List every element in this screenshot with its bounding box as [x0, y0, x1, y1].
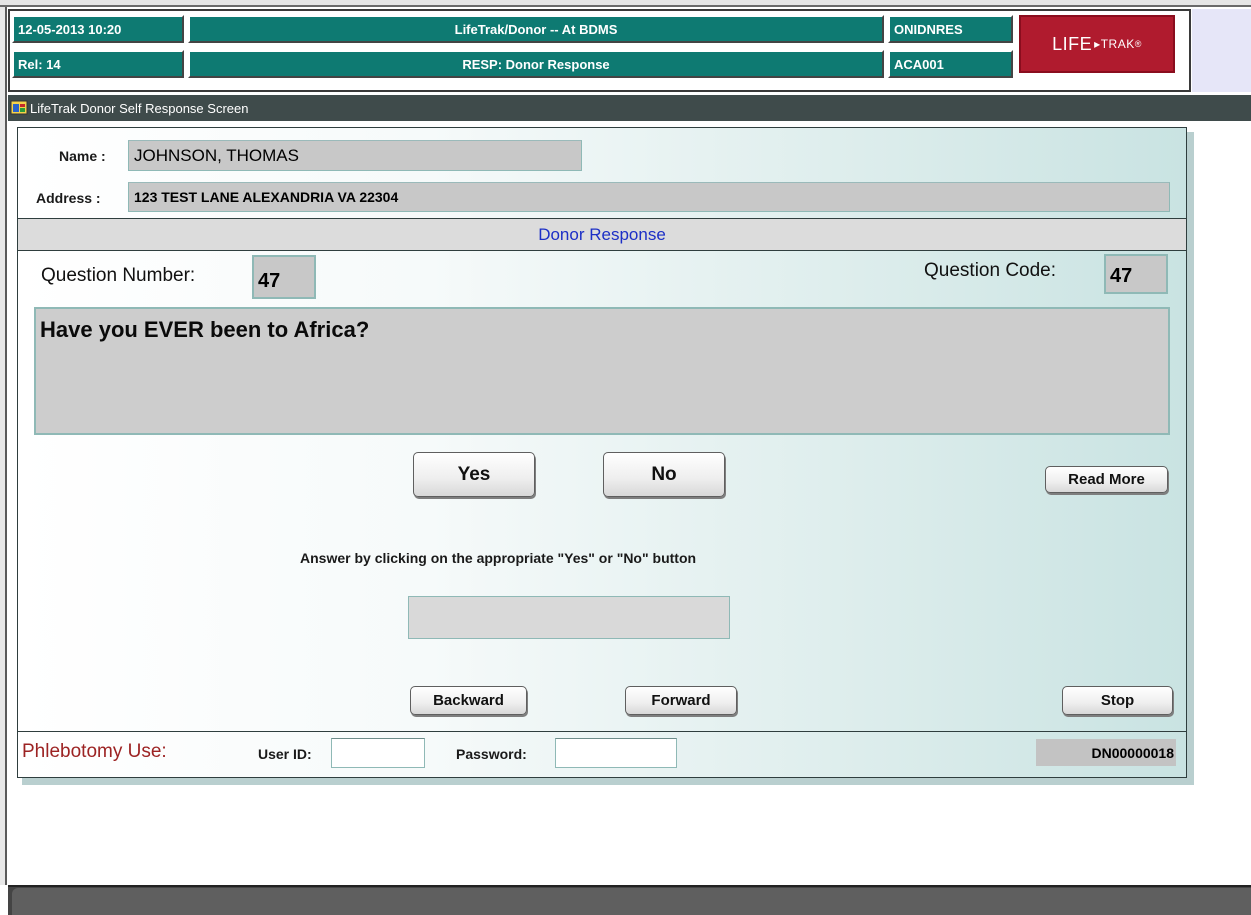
- donor-name-field: JOHNSON, THOMAS: [128, 140, 582, 171]
- header-side-panel: [1192, 9, 1251, 92]
- question-code-label: Question Code:: [924, 260, 1057, 281]
- donor-id-badge: DN00000018: [1036, 739, 1176, 766]
- read-more-button[interactable]: Read More: [1045, 466, 1168, 493]
- answer-instructions: Answer by clicking on the appropriate "Y…: [300, 550, 697, 566]
- backward-button[interactable]: Backward: [410, 686, 527, 715]
- no-button[interactable]: No: [603, 452, 725, 497]
- section-divider-bottom: [18, 250, 1186, 251]
- phlebotomy-label: Phlebotomy Use:: [22, 741, 167, 762]
- header-release: Rel: 14: [12, 50, 184, 78]
- name-label: Name :: [59, 148, 106, 164]
- user-id-input[interactable]: [331, 738, 425, 768]
- question-code-field: 47: [1104, 254, 1168, 294]
- question-text-box: Have you EVER been to Africa?: [34, 307, 1170, 435]
- donor-address-field: 123 TEST LANE ALEXANDRIA VA 22304: [128, 182, 1170, 212]
- header-program-code: ONIDNRES: [888, 15, 1013, 43]
- password-label: Password:: [456, 746, 527, 762]
- password-input[interactable]: [555, 738, 677, 768]
- panel-shadow-right: [1187, 132, 1194, 785]
- header-screen-title: RESP: Donor Response: [188, 50, 884, 78]
- yes-button[interactable]: Yes: [413, 452, 535, 497]
- header-location-code: ACA001: [888, 50, 1013, 78]
- window-title: LifeTrak Donor Self Response Screen: [30, 100, 249, 116]
- logo-registered-mark: ®: [1134, 39, 1142, 49]
- logo-trak-text: ▸TRAK: [1094, 37, 1135, 51]
- top-border: [0, 0, 1251, 7]
- user-id-label: User ID:: [258, 746, 312, 762]
- header-app-title: LifeTrak/Donor -- At BDMS: [188, 15, 884, 43]
- stop-button[interactable]: Stop: [1062, 686, 1173, 715]
- app-window-icon: [10, 100, 28, 115]
- forward-button[interactable]: Forward: [625, 686, 737, 715]
- footer-divider: [18, 731, 1186, 732]
- section-title: Donor Response: [538, 224, 666, 244]
- bottom-status-bar-inner: [12, 888, 1251, 915]
- lifetrak-logo: LIFE ▸TRAK ®: [1019, 15, 1175, 73]
- logo-life-text: LIFE: [1052, 33, 1093, 54]
- question-number-label: Question Number:: [41, 265, 196, 286]
- left-border: [0, 7, 7, 885]
- question-number-field: 47: [252, 255, 316, 299]
- header-datetime: 12-05-2013 10:20: [12, 15, 184, 43]
- panel-shadow-bottom: [22, 778, 1194, 785]
- answer-display-field: [408, 596, 730, 639]
- address-label: Address :: [36, 190, 101, 206]
- section-header: Donor Response: [18, 219, 1186, 250]
- window-titlebar: LifeTrak Donor Self Response Screen: [8, 95, 1251, 121]
